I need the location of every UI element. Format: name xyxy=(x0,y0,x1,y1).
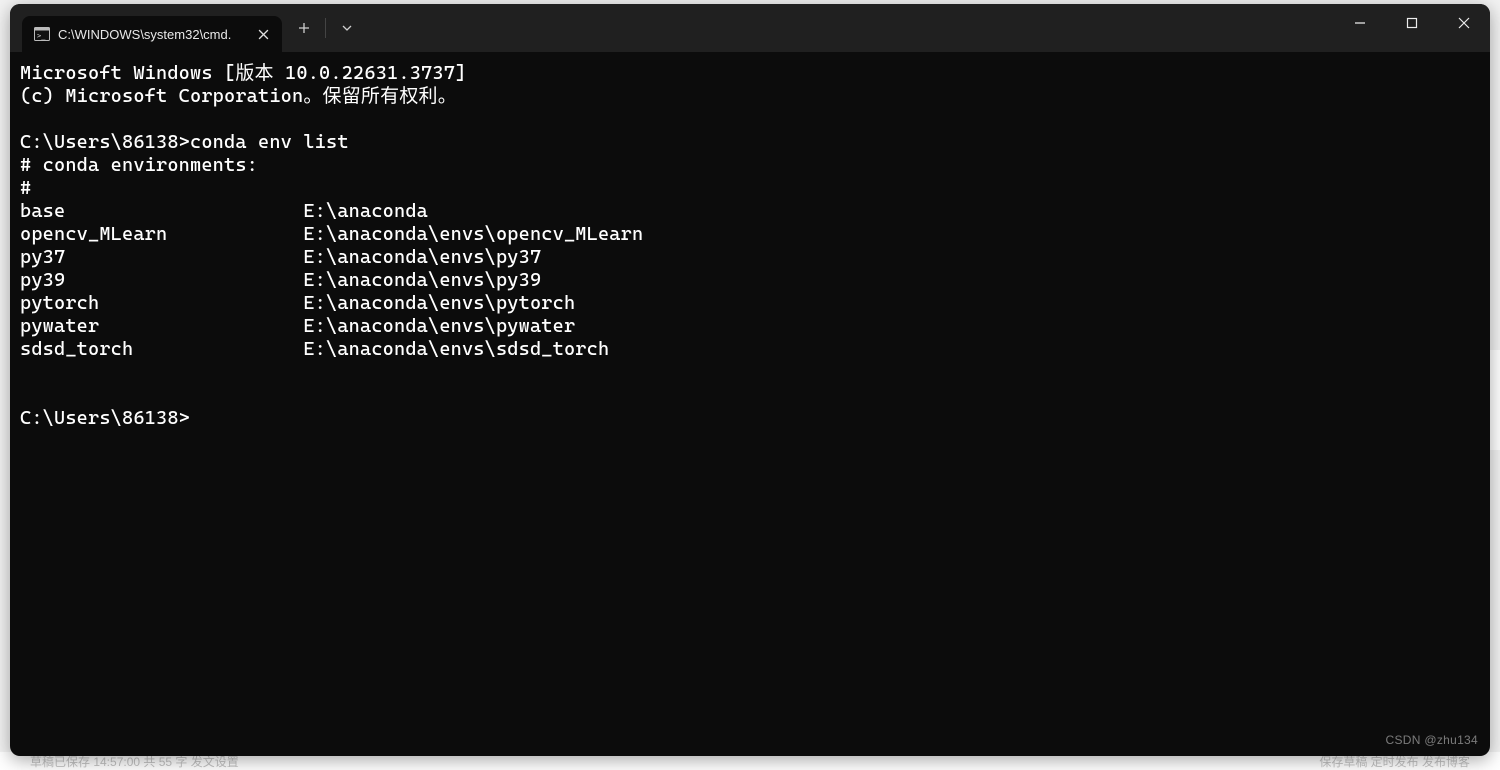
env-header-hash: # xyxy=(20,177,31,199)
prompt-path-2: C:\Users\86138> xyxy=(20,407,190,429)
close-button[interactable] xyxy=(1438,4,1490,42)
prompt-path: C:\Users\86138> xyxy=(20,131,190,153)
terminal-window: >_ C:\WINDOWS\system32\cmd. xyxy=(10,4,1490,756)
banner-line-1: Microsoft Windows [版本 10.0.22631.3737] xyxy=(20,62,466,84)
cmd-icon: >_ xyxy=(34,26,50,42)
tab-dropdown-button[interactable] xyxy=(327,9,367,47)
new-tab-button[interactable] xyxy=(284,9,324,47)
terminal-output[interactable]: Microsoft Windows [版本 10.0.22631.3737] (… xyxy=(10,52,1490,756)
env-header: # conda environments: xyxy=(20,154,258,176)
watermark-text: CSDN @zhu134 xyxy=(1386,729,1479,752)
divider xyxy=(325,18,326,38)
command-text: conda env list xyxy=(190,131,349,153)
window-controls xyxy=(1334,4,1490,52)
titlebar-actions xyxy=(282,4,367,52)
tab-title: C:\WINDOWS\system32\cmd. xyxy=(58,27,244,42)
tab-strip: >_ C:\WINDOWS\system32\cmd. xyxy=(10,4,282,52)
minimize-button[interactable] xyxy=(1334,4,1386,42)
background-sliver xyxy=(1490,350,1500,450)
env-list: base E:\anaconda opencv_MLearn E:\anacon… xyxy=(20,200,1480,361)
titlebar[interactable]: >_ C:\WINDOWS\system32\cmd. xyxy=(10,4,1490,52)
banner-line-2: (c) Microsoft Corporation。保留所有权利。 xyxy=(20,85,457,107)
tab-close-button[interactable] xyxy=(252,23,274,45)
svg-text:>_: >_ xyxy=(37,32,46,40)
maximize-button[interactable] xyxy=(1386,4,1438,42)
tab-cmd[interactable]: >_ C:\WINDOWS\system32\cmd. xyxy=(22,16,282,52)
